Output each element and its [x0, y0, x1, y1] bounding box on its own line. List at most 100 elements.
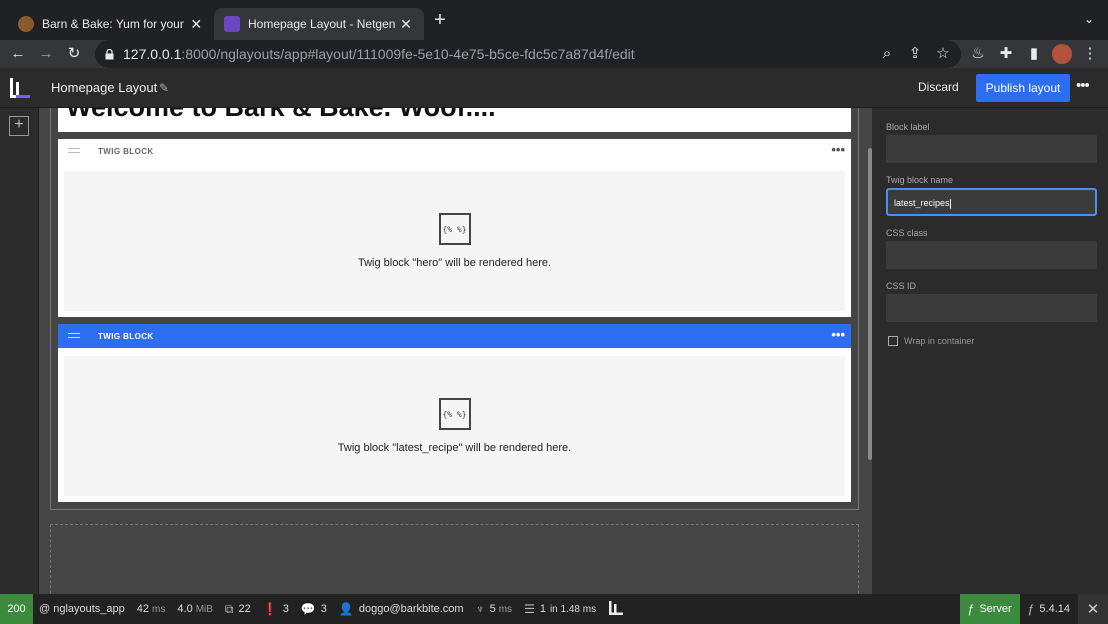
add-block-icon[interactable]: +	[9, 116, 29, 136]
user-icon: 👤	[338, 602, 354, 616]
route-name: @ nglayouts_app	[39, 603, 125, 615]
validator-panel[interactable]: ❗ 3	[257, 594, 295, 624]
publish-layout-button[interactable]: Publish layout	[976, 74, 1070, 102]
zoom-icon[interactable]: ⌕	[877, 44, 897, 64]
app-header: Homepage Layout ✎ Discard Publish layout…	[0, 68, 1108, 108]
block-type-label: TWIG BLOCK	[98, 146, 154, 156]
database-panel[interactable]: ☰ 1 in 1.48 ms	[518, 594, 602, 624]
header-more-icon[interactable]: •••	[1076, 77, 1090, 94]
bookmark-star-icon[interactable]: ☆	[933, 44, 953, 64]
time-unit: ms	[152, 603, 166, 615]
twig-icon: ♆	[475, 602, 485, 616]
extension-flame-icon[interactable]: ♨	[968, 44, 988, 64]
symfony-version-panel[interactable]: ƒ 5.4.14	[1020, 594, 1078, 624]
css-class-input[interactable]	[886, 241, 1097, 269]
memory-unit: MiB	[195, 603, 213, 615]
twig-block-name-value: latest_recipes	[894, 198, 950, 208]
server-label: Server	[979, 603, 1012, 615]
left-rail: +	[0, 108, 39, 594]
block-type-label: TWIG BLOCK	[98, 331, 154, 341]
browser-tab-barn-bake[interactable]: Barn & Bake: Yum for your Pup ✕	[8, 8, 214, 40]
new-tab-button[interactable]: +	[430, 10, 450, 30]
drag-handle-icon[interactable]	[68, 148, 80, 153]
twig-block-name-label: Twig block name	[886, 175, 954, 185]
close-tab-icon[interactable]: ✕	[398, 16, 414, 33]
db-query-count: 1	[539, 603, 546, 615]
barn-bake-favicon-icon	[18, 16, 34, 32]
block-more-icon[interactable]: •••	[831, 328, 845, 342]
browser-menu-icon[interactable]: ⋮	[1080, 44, 1100, 64]
twig-block-name-input[interactable]: latest_recipes	[886, 188, 1097, 216]
drag-handle-icon[interactable]	[68, 333, 80, 338]
block-preview: {% %} Twig block "latest_recipe" will be…	[64, 356, 845, 496]
side-panel-icon[interactable]: ▮	[1024, 44, 1044, 64]
validator-alert-icon: ❗	[262, 602, 278, 616]
status-code-badge[interactable]: 200	[0, 594, 33, 624]
share-icon[interactable]: ⇪	[905, 44, 925, 64]
forward-icon[interactable]: →	[36, 44, 56, 64]
netgen-layouts-favicon-icon	[224, 16, 240, 32]
request-time[interactable]: 42 ms	[131, 594, 172, 624]
title-block[interactable]: Welcome to Bark & Bake. Woof....	[58, 108, 851, 132]
netgen-layouts-icon	[608, 600, 624, 619]
profile-avatar[interactable]	[1052, 44, 1072, 64]
server-panel[interactable]: ƒ Server	[959, 594, 1020, 624]
discard-button[interactable]: Discard	[918, 80, 959, 94]
twig-render-panel[interactable]: ♆ 5 ms	[470, 594, 518, 624]
database-icon: ☰	[524, 602, 535, 616]
block-header[interactable]: TWIG BLOCK •••	[58, 139, 851, 163]
browser-tab-bar: Barn & Bake: Yum for your Pup ✕ Homepage…	[0, 0, 1108, 40]
validator-count: 3	[282, 603, 289, 615]
block-label-input[interactable]	[886, 135, 1097, 163]
extensions-puzzle-icon[interactable]: ✚	[996, 44, 1016, 64]
block-label-label: Block label	[886, 122, 930, 132]
wrap-in-container-label: Wrap in container	[904, 336, 975, 346]
db-time: in 1.48 ms	[549, 603, 597, 615]
security-panel[interactable]: 👤 doggo@barkbite.com	[333, 594, 470, 624]
twig-code-icon: {% %}	[438, 213, 471, 245]
block-render-text: Twig block "latest_recipe" will be rende…	[337, 442, 572, 454]
wrap-in-container-checkbox[interactable]	[888, 336, 898, 346]
translation-panel[interactable]: 💬 3	[295, 594, 333, 624]
close-toolbar-icon[interactable]: ✕	[1078, 594, 1108, 624]
browser-tab-homepage-layout[interactable]: Homepage Layout - Netgen La ✕	[214, 8, 424, 40]
render-unit: ms	[498, 603, 513, 615]
memory-usage[interactable]: 4.0 MiB	[171, 594, 219, 624]
forms-icon: ⧉	[224, 601, 234, 616]
symfony-logo-icon: ƒ	[1027, 602, 1035, 616]
symfony-version: 5.4.14	[1039, 603, 1070, 615]
tab-search-chevron-icon[interactable]: ⌄	[1080, 12, 1098, 30]
address-bar[interactable]: 127.0.0.1:8000/nglayouts/app#layout/1110…	[95, 40, 961, 68]
lock-icon	[105, 47, 114, 60]
block-preview: {% %} Twig block "hero" will be rendered…	[64, 171, 845, 311]
css-id-label: CSS ID	[886, 281, 917, 291]
status-code: 200	[7, 603, 26, 615]
translation-icon: 💬	[300, 602, 316, 616]
netgen-layouts-logo-icon[interactable]	[8, 76, 32, 100]
block-render-text: Twig block "hero" will be rendered here.	[357, 257, 552, 269]
route-info[interactable]: @ nglayouts_app	[33, 594, 131, 624]
edit-title-pencil-icon[interactable]: ✎	[159, 81, 169, 95]
block-header-selected[interactable]: TWIG BLOCK •••	[58, 324, 851, 348]
logged-user: doggo@barkbite.com	[358, 603, 464, 615]
close-tab-icon[interactable]: ✕	[188, 16, 204, 33]
twig-code-icon: {% %}	[438, 398, 471, 430]
reload-icon[interactable]: ↻	[64, 44, 84, 64]
twig-block-hero[interactable]: TWIG BLOCK ••• {% %} Twig block "hero" w…	[58, 139, 851, 317]
css-id-input[interactable]	[886, 294, 1097, 322]
empty-zone[interactable]	[50, 524, 859, 594]
page-heading: Welcome to Bark & Bake. Woof....	[66, 108, 496, 123]
block-properties-panel: Block label Twig block name latest_recip…	[872, 108, 1108, 594]
twig-block-latest-recipe[interactable]: TWIG BLOCK ••• {% %} Twig block "latest_…	[58, 324, 851, 502]
time-value: 42	[136, 603, 150, 615]
forms-count: 22	[238, 603, 251, 615]
url-host: 127.0.0.1	[123, 46, 182, 62]
browser-toolbar: ← → ↻ 127.0.0.1:8000/nglayouts/app#layou…	[0, 40, 1108, 68]
back-icon[interactable]: ←	[8, 44, 28, 64]
netgen-layouts-panel[interactable]	[602, 594, 630, 624]
forms-panel[interactable]: ⧉ 22	[219, 594, 257, 624]
block-more-icon[interactable]: •••	[831, 143, 845, 157]
url-path: :8000/nglayouts/app#layout/111009fe-5e10…	[181, 46, 635, 62]
symfony-debug-toolbar: 200 @ nglayouts_app 42 ms 4.0 MiB ⧉ 22 ❗ 3 💬…	[0, 594, 1108, 624]
memory-value: 4.0	[177, 603, 193, 615]
